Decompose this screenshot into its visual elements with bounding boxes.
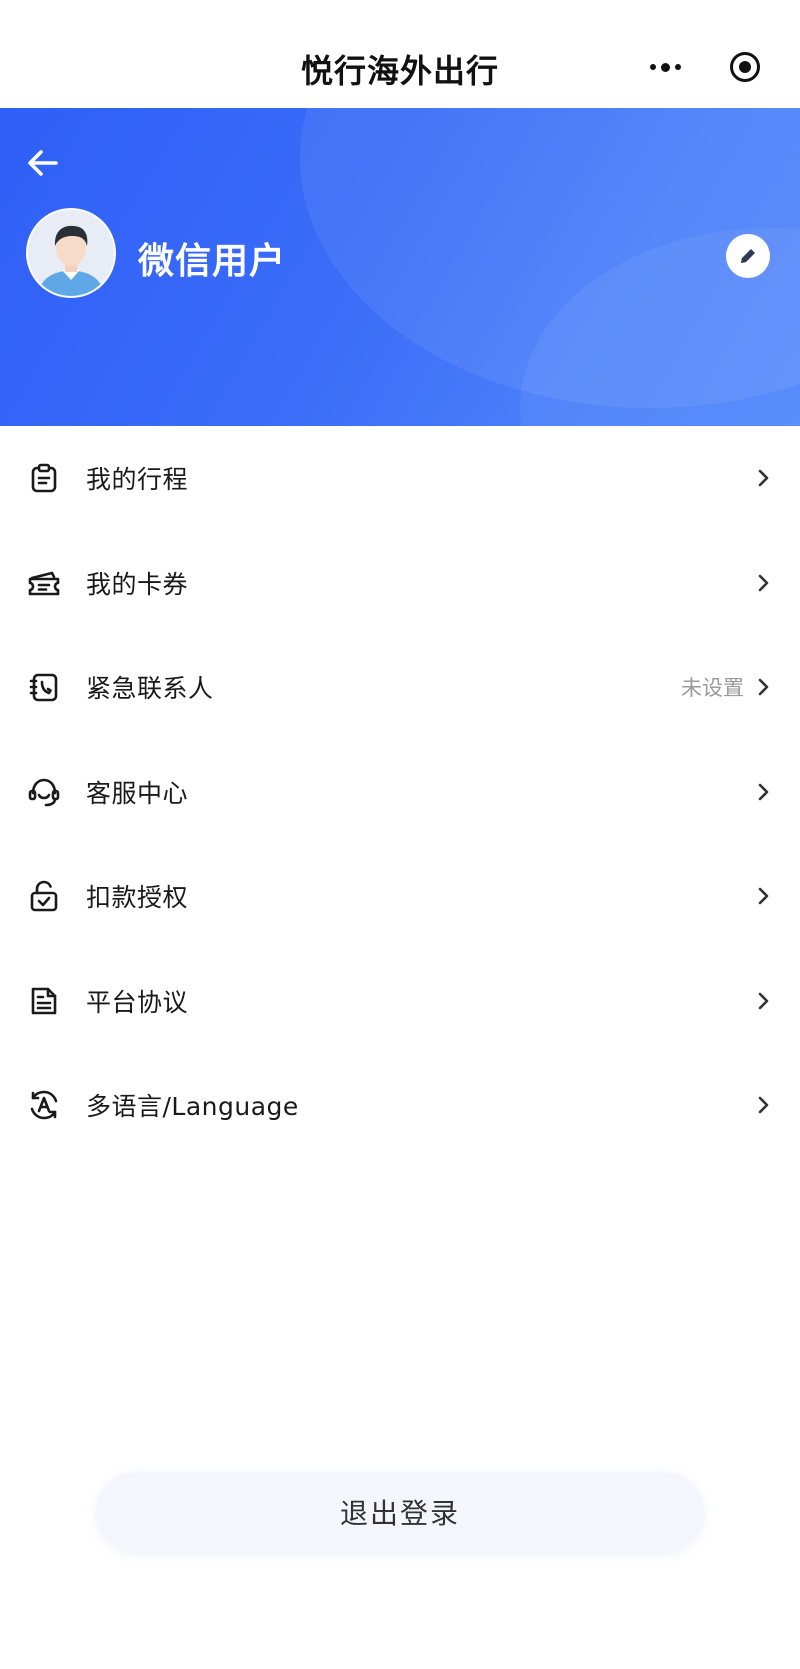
logout-button[interactable]: 退出登录 — [96, 1472, 704, 1552]
edit-profile-button[interactable] — [726, 234, 770, 278]
menu-list: 我的行程 我的卡券 紧急联系人 未设置 客服中心 扣款授权 平台协议 多语言/L… — [0, 426, 800, 1158]
chevron-right-icon — [754, 782, 774, 802]
chevron-right-icon — [754, 886, 774, 906]
menu-item-my-trips[interactable]: 我的行程 — [0, 426, 800, 531]
ticket-icon — [26, 565, 62, 601]
chevron-right-icon — [754, 991, 774, 1011]
pencil-icon — [741, 249, 755, 263]
menu-item-label: 客服中心 — [86, 778, 189, 808]
menu-item-label: 我的行程 — [86, 465, 189, 495]
menu-item-label: 我的卡券 — [86, 569, 189, 599]
chevron-right-icon — [754, 468, 774, 488]
document-icon — [26, 983, 62, 1019]
close-miniprogram-button[interactable] — [705, 44, 784, 90]
menu-item-my-coupons[interactable]: 我的卡券 — [0, 531, 800, 636]
unlock-icon — [26, 878, 62, 914]
back-button[interactable] — [26, 146, 60, 180]
chevron-right-icon — [754, 573, 774, 593]
back-arrow-icon — [28, 150, 58, 176]
mini-program-capsule — [626, 44, 784, 90]
target-circle-icon — [729, 52, 760, 82]
chevron-right-icon — [754, 1095, 774, 1115]
top-navbar: 悦行海外出行 — [0, 0, 800, 108]
default-avatar-icon — [28, 210, 114, 296]
profile-header: 微信用户 — [0, 108, 800, 426]
clipboard-icon — [26, 460, 62, 496]
menu-item-label: 紧急联系人 — [86, 674, 214, 704]
profile-page: 悦行海外出行 微信用户 我的行程 我的卡券 紧急联系人 未设置 客服中心 扣款授… — [0, 0, 800, 1669]
menu-item-platform-agreement[interactable]: 平台协议 — [0, 949, 800, 1054]
menu-item-payment-authorization[interactable]: 扣款授权 — [0, 844, 800, 949]
phone-contact-icon — [26, 669, 62, 705]
more-button[interactable] — [626, 44, 705, 90]
menu-item-label: 平台协议 — [86, 987, 189, 1017]
emergency-contact-status: 未设置 — [681, 676, 744, 701]
user-name: 微信用户 — [138, 241, 287, 282]
menu-item-emergency-contact[interactable]: 紧急联系人 未设置 — [0, 635, 800, 740]
avatar[interactable] — [26, 208, 116, 298]
headset-icon — [26, 774, 62, 810]
language-icon — [26, 1087, 62, 1123]
menu-item-label: 扣款授权 — [86, 883, 189, 913]
more-dots-icon — [650, 62, 681, 72]
menu-item-customer-service[interactable]: 客服中心 — [0, 740, 800, 845]
menu-item-label: 多语言/Language — [86, 1092, 299, 1122]
chevron-right-icon — [754, 677, 774, 697]
menu-item-language[interactable]: 多语言/Language — [0, 1053, 800, 1158]
